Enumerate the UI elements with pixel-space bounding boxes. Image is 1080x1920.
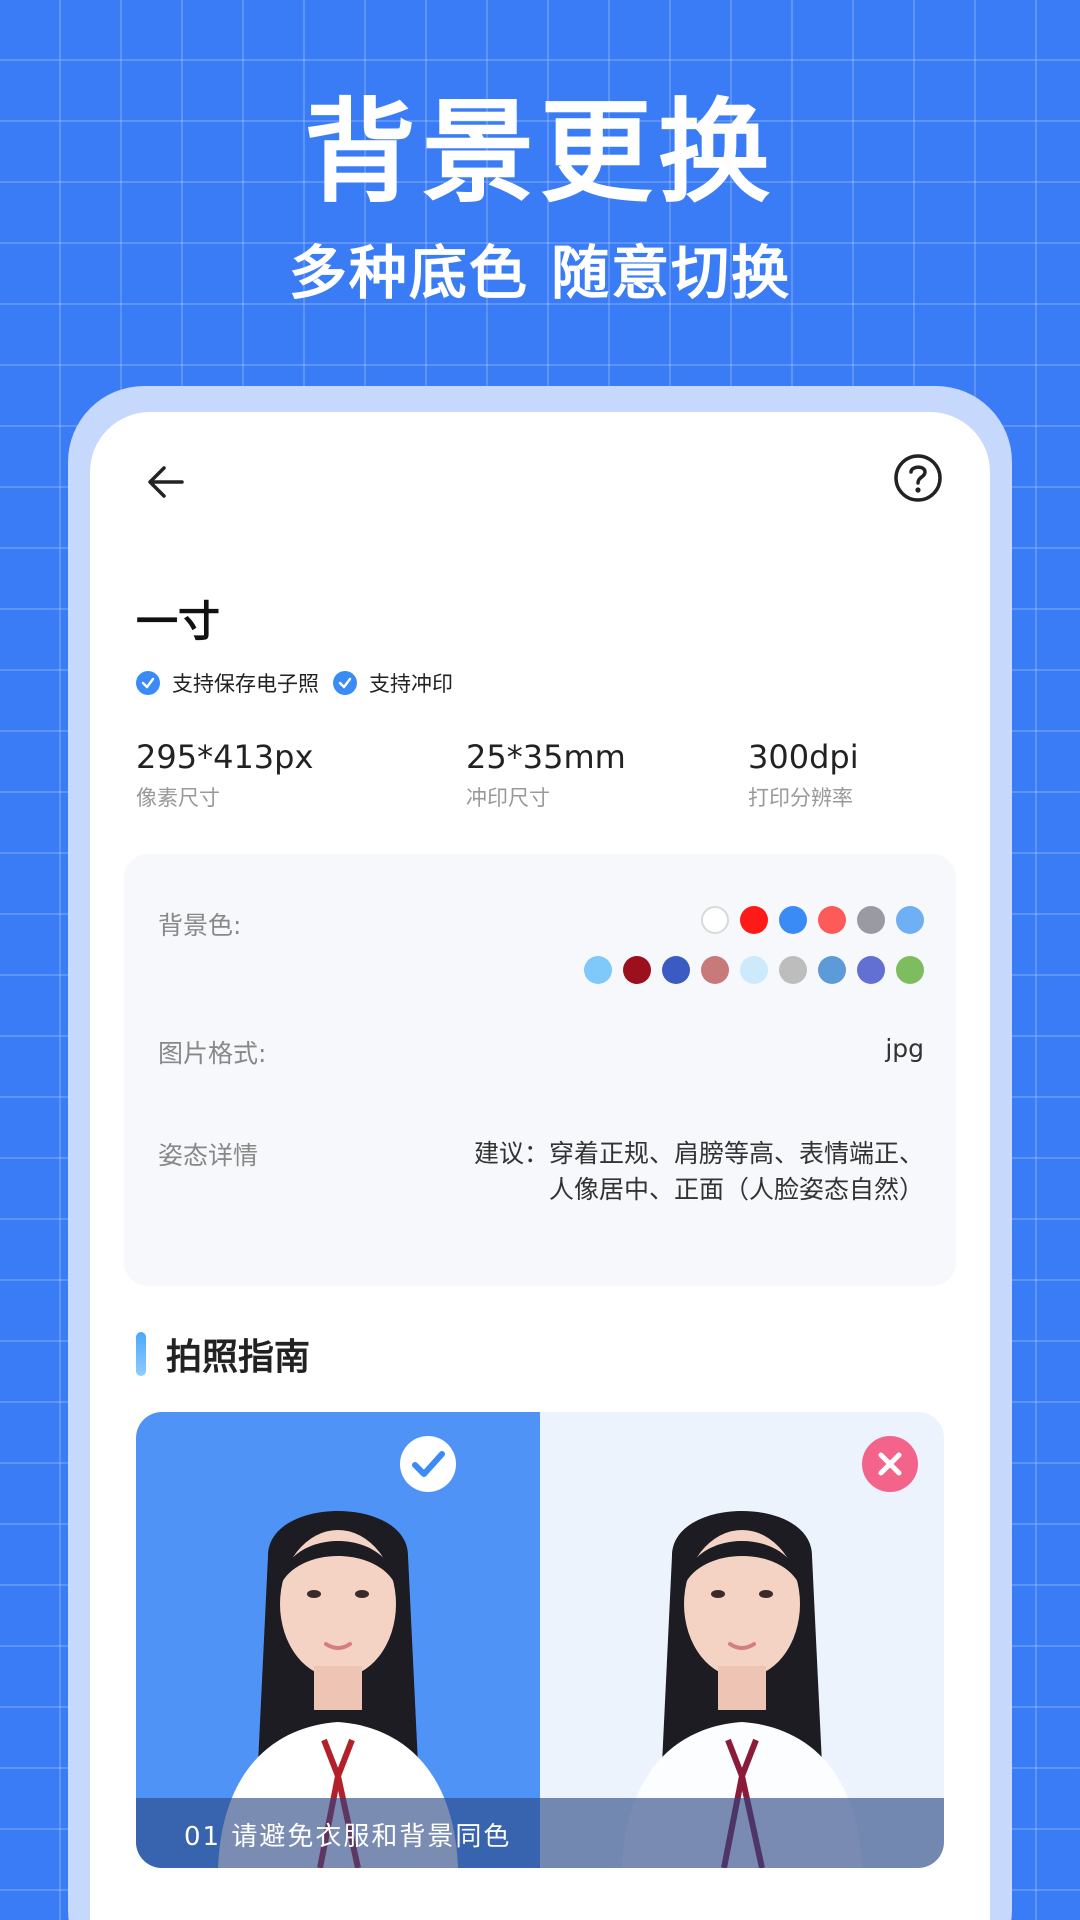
help-button[interactable] (892, 452, 952, 512)
support-tag-digital: 支持保存电子照 (136, 668, 319, 698)
guide-card[interactable]: 01 请避免衣服和背景同色 (136, 1412, 944, 1868)
format-label: 图片格式: (158, 1039, 267, 1068)
stat-label: 打印分辨率 (748, 786, 853, 810)
section-title-text: 拍照指南 (166, 1337, 311, 1378)
section-guide-title: 拍照指南 (136, 1328, 310, 1380)
check-circle-icon (412, 1451, 445, 1477)
stat-print-size: 25*35mm 冲印尺寸 (466, 738, 626, 812)
color-swatch[interactable] (740, 956, 768, 984)
stat-resolution: 300dpi 打印分辨率 (748, 738, 859, 812)
guide-caption: 01 请避免衣服和背景同色 (184, 1822, 512, 1852)
color-swatch[interactable] (857, 906, 885, 934)
guide-caption-bar: 01 请避免衣服和背景同色 (136, 1798, 944, 1868)
close-circle-icon (878, 1452, 902, 1476)
support-tag-print: 支持冲印 (333, 668, 453, 698)
bg-color-swatches-row-1 (690, 906, 924, 934)
stat-label: 冲印尺寸 (466, 786, 550, 810)
color-swatch[interactable] (896, 906, 924, 934)
stat-value: 295*413px (136, 738, 314, 776)
color-swatch[interactable] (818, 906, 846, 934)
color-swatch[interactable] (740, 906, 768, 934)
bg-color-swatches-row-2 (573, 956, 924, 984)
support-tags: 支持保存电子照 支持冲印 (136, 668, 467, 698)
color-swatch[interactable] (701, 956, 729, 984)
posture-value: 建议：穿着正规、肩膀等高、表情端正、人像居中、正面（人脸姿态自然） (473, 1139, 924, 1204)
color-swatch[interactable] (701, 906, 729, 934)
stat-value: 25*35mm (466, 738, 626, 776)
phone-screen: 一寸 支持保存电子照 支持冲印 295*413px 像素尺寸 25*35mm 冲… (90, 412, 990, 1920)
support-tag-label: 支持保存电子照 (172, 672, 319, 696)
bad-badge (862, 1436, 918, 1492)
arrow-left-icon (148, 466, 184, 498)
section-accent-bar (136, 1332, 146, 1376)
info-panel: 背景色: 图片格式: jpg 姿态详情 建议：穿着正规、肩膀等高、表情端正、人像… (124, 854, 956, 1286)
color-swatch[interactable] (857, 956, 885, 984)
stat-value: 300dpi (748, 738, 859, 776)
support-tag-label: 支持冲印 (369, 672, 453, 696)
color-swatch[interactable] (818, 956, 846, 984)
back-button[interactable] (136, 452, 196, 512)
stat-label: 像素尺寸 (136, 786, 220, 810)
color-swatch[interactable] (662, 956, 690, 984)
color-swatch[interactable] (584, 956, 612, 984)
hero-title: 背景更换 (304, 88, 776, 218)
stat-pixel-size: 295*413px 像素尺寸 (136, 738, 313, 812)
hero-subtitle: 多种底色 随意切换 (288, 239, 792, 307)
question-circle-icon (894, 454, 942, 502)
color-swatch[interactable] (623, 956, 651, 984)
color-swatch[interactable] (779, 956, 807, 984)
color-swatch[interactable] (896, 956, 924, 984)
check-icon (333, 671, 357, 695)
bg-color-label: 背景色: (158, 911, 242, 940)
format-value: jpg (885, 1034, 924, 1063)
spec-title: 一寸 (136, 597, 221, 646)
posture-label: 姿态详情 (158, 1141, 259, 1170)
color-swatch[interactable] (779, 906, 807, 934)
check-icon (136, 671, 160, 695)
good-badge (400, 1436, 456, 1492)
